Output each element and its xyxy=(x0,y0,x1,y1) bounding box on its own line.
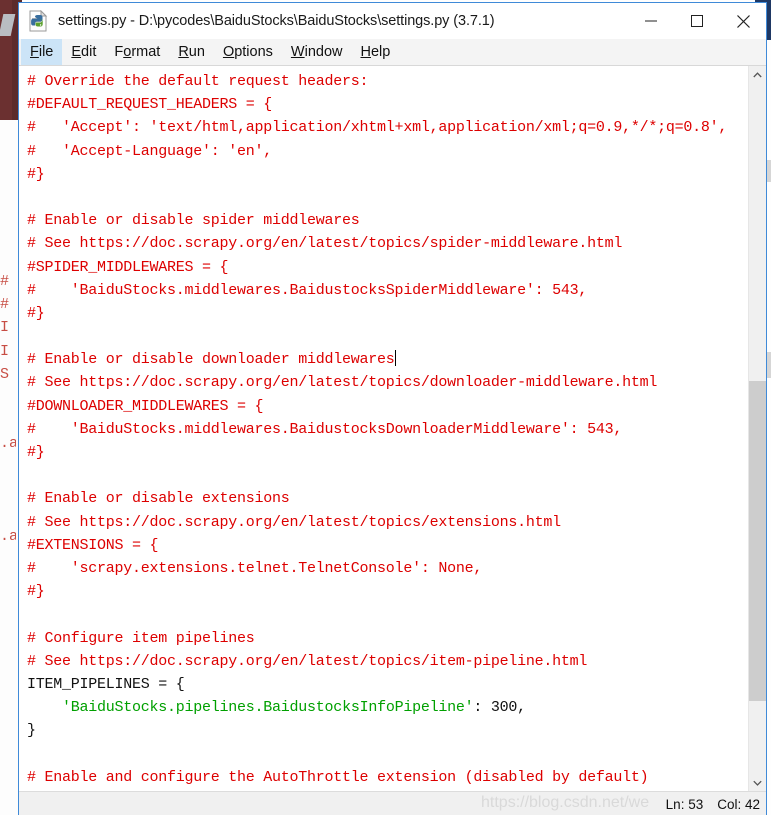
code-comment: # 'BaiduStocks.middlewares.BaidustocksDo… xyxy=(27,420,623,438)
code-line[interactable]: # 'BaiduStocks.middlewares.BaidustocksSp… xyxy=(27,279,748,302)
code-line[interactable]: # 'scrapy.extensions.telnet.TelnetConsol… xyxy=(27,557,748,580)
code-comment: # Enable or disable downloader middlewar… xyxy=(27,351,395,369)
code-line[interactable]: # Enable and configure the AutoThrottle … xyxy=(27,766,748,789)
code-line[interactable]: #} xyxy=(27,163,748,186)
code-comment: # Enable or disable extensions xyxy=(27,490,290,508)
window-title: settings.py - D:\pycodes\BaiduStocks\Bai… xyxy=(58,13,495,29)
desktop-bottom-strip xyxy=(0,815,771,819)
code-comment: # See https://doc.scrapy.org/en/latest/t… xyxy=(27,652,588,670)
status-line-number: Ln: 53 xyxy=(665,796,704,812)
close-button[interactable] xyxy=(720,3,766,39)
menu-item-file[interactable]: File xyxy=(21,39,63,65)
menu-item-window[interactable]: Window xyxy=(282,39,352,65)
close-icon xyxy=(736,14,750,28)
code-token: ITEM_PIPELINES = { xyxy=(27,675,185,693)
code-line[interactable]: # Configure item pipelines xyxy=(27,627,748,650)
idle-editor-window[interactable]: settings.py - D:\pycodes\BaiduStocks\Bai… xyxy=(18,2,767,817)
scroll-down-button[interactable] xyxy=(749,774,766,791)
code-line[interactable] xyxy=(27,742,748,765)
code-token: : 300, xyxy=(473,699,526,717)
code-comment: # See https://doc.scrapy.org/en/latest/t… xyxy=(27,235,623,253)
code-token: } xyxy=(27,722,36,740)
code-comment xyxy=(27,745,36,762)
window-titlebar[interactable]: settings.py - D:\pycodes\BaiduStocks\Bai… xyxy=(19,3,766,39)
status-column-number: Col: 42 xyxy=(717,796,760,812)
code-comment: #DOWNLOADER_MIDDLEWARES = { xyxy=(27,397,264,415)
code-comment xyxy=(27,328,36,345)
scrollbar-thumb[interactable] xyxy=(749,381,766,701)
code-comment: # Enable or disable spider middlewares xyxy=(27,212,360,230)
code-comment: #DEFAULT_REQUEST_HEADERS = { xyxy=(27,96,273,114)
editor-area[interactable]: # Override the default request headers: #… xyxy=(19,66,766,791)
text-caret xyxy=(394,350,396,367)
code-comment xyxy=(27,467,36,484)
code-line[interactable]: # Enable or disable spider middlewares xyxy=(27,209,748,232)
scroll-up-button[interactable] xyxy=(749,66,766,83)
code-line[interactable]: #EXTENSIONS = { xyxy=(27,534,748,557)
statusbar: https://blog.csdn.net/we Ln: 53 Col: 42 xyxy=(19,791,766,816)
code-comment xyxy=(27,606,36,623)
python-file-icon xyxy=(27,9,49,32)
code-line[interactable]: 'BaiduStocks.pipelines.BaidustocksInfoPi… xyxy=(27,696,748,719)
code-comment: # See https://doc.scrapy.org/en/latest/t… xyxy=(27,374,658,392)
code-line[interactable]: # 'Accept-Language': 'en', xyxy=(27,140,748,163)
code-line[interactable]: #SPIDER_MIDDLEWARES = { xyxy=(27,256,748,279)
vertical-scrollbar[interactable] xyxy=(748,66,766,791)
background-window-left-text: # # I I S .a .a xyxy=(0,273,16,546)
chevron-down-icon xyxy=(753,780,762,786)
code-comment: #EXTENSIONS = { xyxy=(27,536,159,554)
window-controls xyxy=(628,3,766,39)
code-line[interactable]: # 'BaiduStocks.middlewares.BaidustocksDo… xyxy=(27,418,748,441)
code-line[interactable]: #} xyxy=(27,580,748,603)
code-line[interactable]: } xyxy=(27,719,748,742)
code-line[interactable]: # Enable or disable downloader middlewar… xyxy=(27,348,748,371)
code-line[interactable]: # 'Accept': 'text/html,application/xhtml… xyxy=(27,116,748,139)
code-line[interactable]: # Override the default request headers: xyxy=(27,70,748,93)
watermark-text: https://blog.csdn.net/we xyxy=(481,794,650,811)
code-comment: #} xyxy=(27,304,45,322)
code-comment: # See https://doc.scrapy.org/en/latest/t… xyxy=(27,513,561,531)
code-line[interactable] xyxy=(27,603,748,626)
code-comment: # 'Accept-Language': 'en', xyxy=(27,142,273,160)
menu-item-help[interactable]: Help xyxy=(352,39,400,65)
minimize-button[interactable] xyxy=(628,3,674,39)
code-line[interactable]: # Enable or disable extensions xyxy=(27,487,748,510)
code-comment: #} xyxy=(27,444,45,461)
code-line[interactable]: # See https://doc.scrapy.org/en/latest/t… xyxy=(27,650,748,673)
menu-item-edit[interactable]: Edit xyxy=(62,39,105,65)
menu-item-options[interactable]: Options xyxy=(214,39,282,65)
code-string: 'BaiduStocks.pipelines.BaidustocksInfoPi… xyxy=(62,699,474,717)
maximize-button[interactable] xyxy=(674,3,720,39)
code-line[interactable]: #} xyxy=(27,441,748,464)
code-comment: # Configure item pipelines xyxy=(27,629,255,647)
code-comment xyxy=(27,189,36,206)
minimize-icon xyxy=(645,20,657,22)
menu-item-format[interactable]: Fo rmat xyxy=(105,39,169,65)
desktop: # # I I S .a .a g e 7 n P L u xyxy=(0,0,771,819)
code-comment: # 'BaiduStocks.middlewares.BaidustocksSp… xyxy=(27,281,588,299)
code-comment: # 'scrapy.extensions.telnet.TelnetConsol… xyxy=(27,559,483,577)
code-comment: # Enable and configure the AutoThrottle … xyxy=(27,768,649,786)
maximize-icon xyxy=(691,15,703,27)
code-comment: #} xyxy=(27,583,45,601)
code-line[interactable]: # See https://doc.scrapy.org/en/latest/t… xyxy=(27,371,748,394)
code-line[interactable] xyxy=(27,186,748,209)
code-comment: #} xyxy=(27,165,45,183)
code-line[interactable]: # See https://doc.scrapy.org/en/latest/t… xyxy=(27,511,748,534)
code-line[interactable]: # See https://doc.scrapy.org/en/latest/t… xyxy=(27,232,748,255)
code-comment: # Override the default request headers: xyxy=(27,73,369,90)
code-line[interactable]: #} xyxy=(27,302,748,325)
menubar[interactable]: File Edit Fo rmat Run Options Window Help xyxy=(19,39,766,66)
code-line[interactable]: #DEFAULT_REQUEST_HEADERS = { xyxy=(27,93,748,116)
code-text[interactable]: # Override the default request headers: #… xyxy=(19,66,748,791)
code-line[interactable] xyxy=(27,325,748,348)
menu-item-run[interactable]: Run xyxy=(169,39,214,65)
code-comment: # 'Accept': 'text/html,application/xhtml… xyxy=(27,119,728,137)
chevron-up-icon xyxy=(753,71,762,77)
code-comment: #SPIDER_MIDDLEWARES = { xyxy=(27,258,229,276)
code-line[interactable]: #DOWNLOADER_MIDDLEWARES = { xyxy=(27,395,748,418)
code-line[interactable] xyxy=(27,464,748,487)
code-line[interactable]: ITEM_PIPELINES = { xyxy=(27,673,748,696)
